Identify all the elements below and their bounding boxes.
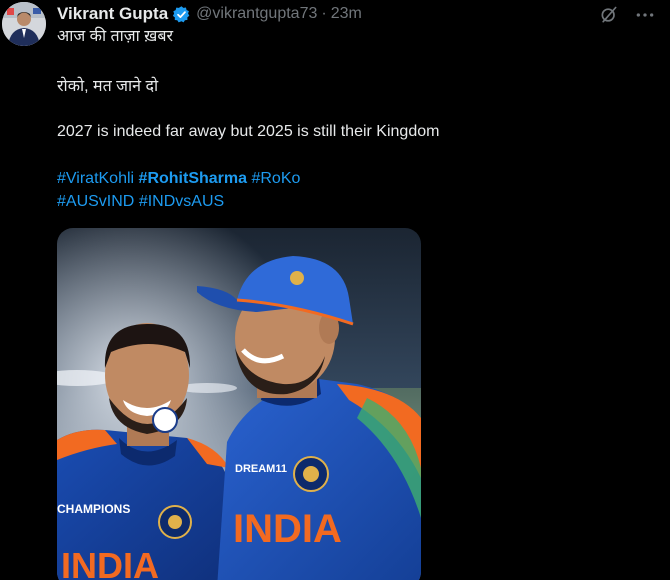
tweet: Vikrant Gupta @vikrantgupta73 · 23m आज क bbox=[0, 0, 670, 580]
author-handle[interactable]: @vikrantgupta73 bbox=[196, 5, 317, 23]
hashtag-indvsaus[interactable]: #INDvsAUS bbox=[139, 193, 224, 210]
hashtag-ausvind[interactable]: #AUSvIND bbox=[57, 193, 134, 210]
tweet-media-photo[interactable]: CHAMPIONS INDIA DREAM11 INDIA bbox=[57, 228, 421, 580]
jersey-text-left: INDIA bbox=[61, 545, 159, 580]
hashtag-row-1: #ViratKohli #RohitSharma #RoKo bbox=[57, 169, 300, 189]
more-icon[interactable] bbox=[634, 4, 656, 26]
tweet-actions-top bbox=[598, 4, 656, 26]
tweet-text-line-1: आज की ताज़ा ख़बर bbox=[57, 28, 174, 45]
hashtag-roko[interactable]: #RoKo bbox=[251, 170, 300, 187]
hashtag-viratkohli[interactable]: #ViratKohli bbox=[57, 170, 134, 187]
tweet-timestamp[interactable]: 23m bbox=[331, 5, 362, 23]
grok-icon[interactable] bbox=[598, 4, 620, 26]
tweet-text-line-3: 2027 is indeed far away but 2025 is stil… bbox=[57, 123, 440, 140]
hashtag-rohitsharma[interactable]: #RohitSharma bbox=[139, 170, 247, 187]
tweet-header: Vikrant Gupta @vikrantgupta73 · 23m bbox=[57, 2, 362, 26]
hashtag-row-2: #AUSvIND #INDvsAUS bbox=[57, 192, 224, 212]
separator-dot: · bbox=[321, 5, 327, 22]
author-name[interactable]: Vikrant Gupta bbox=[57, 4, 168, 24]
tweet-text-line-2: रोको, मत जाने दो bbox=[57, 78, 159, 95]
verified-badge-icon bbox=[172, 5, 191, 24]
photo-illustration: CHAMPIONS INDIA DREAM11 INDIA bbox=[57, 228, 421, 580]
sponsor-text: DREAM11 bbox=[235, 463, 287, 475]
author-avatar[interactable] bbox=[2, 2, 46, 46]
jersey-text-right: INDIA bbox=[233, 507, 342, 551]
champions-badge-text: CHAMPIONS bbox=[57, 502, 130, 516]
